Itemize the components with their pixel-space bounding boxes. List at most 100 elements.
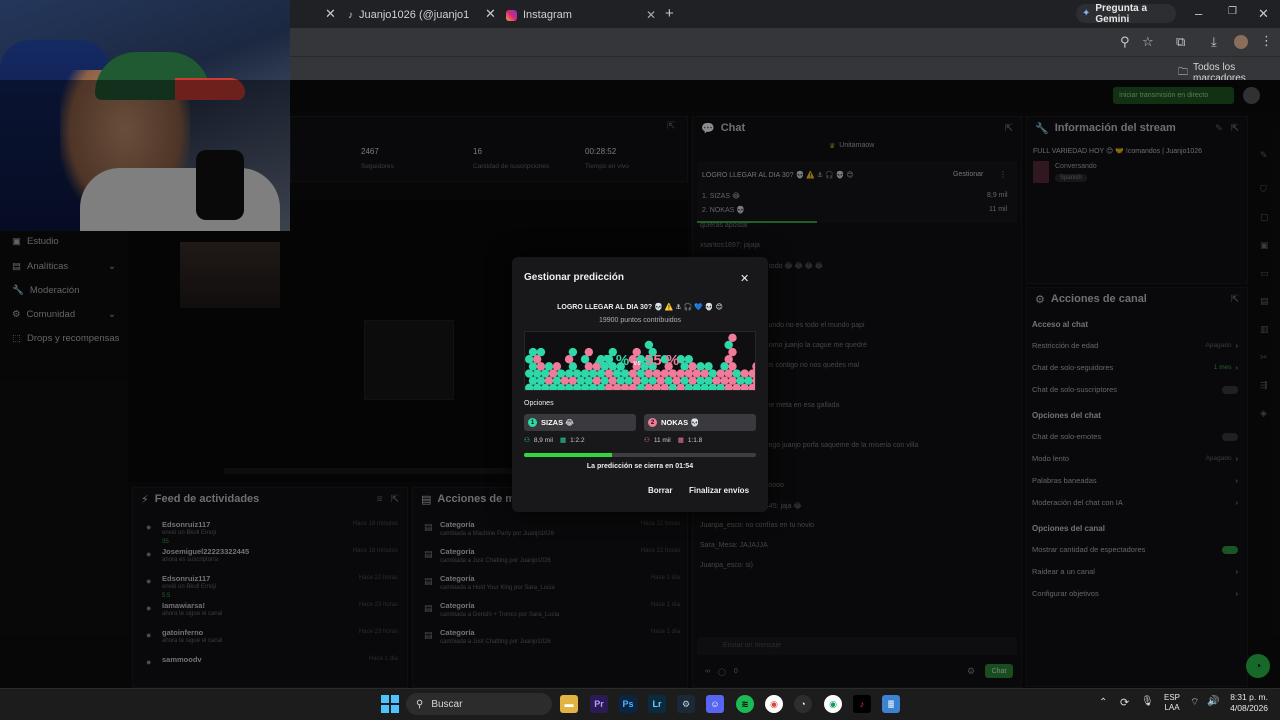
- download-icon[interactable]: ⤓: [1211, 34, 1217, 50]
- points-contributed: 19900 puntos contribuidos: [598, 317, 682, 324]
- bubble-option-b: [748, 383, 755, 390]
- discord-icon[interactable]: ☺: [706, 695, 724, 713]
- search-placeholder: Buscar: [431, 698, 463, 710]
- clock-time: 8:31 p. m.: [1230, 692, 1268, 702]
- bubble-option-a: [696, 362, 705, 371]
- bubble-option-b: [536, 362, 546, 371]
- extensions-icon[interactable]: ⧉: [1176, 34, 1185, 50]
- bubble-option-a: [720, 362, 729, 371]
- delete-button[interactable]: Borrar: [648, 486, 672, 495]
- photoshop-icon[interactable]: Ps: [619, 695, 637, 713]
- option-a-stats: ⚇ 8,9 mil ▦ 1:2.2: [524, 436, 585, 445]
- close-submissions-button[interactable]: Finalizar envíos: [689, 486, 749, 495]
- bubble-option-a: [612, 369, 622, 378]
- bubble-option-a: [732, 369, 741, 378]
- start-button[interactable]: [381, 695, 399, 713]
- bubble-option-a: [525, 369, 534, 378]
- obs-icon[interactable]: ◔: [794, 695, 812, 713]
- bubble-option-b: [724, 355, 733, 364]
- bubble-option-b: [752, 376, 755, 385]
- close-window-icon[interactable]: ✕: [1258, 6, 1269, 22]
- option-label: NOKAS 💀: [661, 418, 700, 427]
- versus-label: vs: [633, 360, 641, 367]
- bubble-option-b: [676, 369, 686, 378]
- restore-icon[interactable]: ❐: [1228, 6, 1237, 17]
- gemini-button[interactable]: ✦ Pregunta a Gemini: [1076, 3, 1176, 25]
- bubble-option-a: [640, 376, 649, 385]
- options-label: Opciones: [524, 400, 554, 407]
- language-top: ESP: [1164, 693, 1181, 702]
- bubble-option-a: [568, 362, 578, 371]
- new-tab-icon[interactable]: +: [665, 5, 674, 22]
- tab-tiktok[interactable]: ♪ Juanjo1026 (@juanjo1026_) | Ti: [348, 4, 478, 26]
- bubble-option-b: [748, 369, 755, 378]
- dialog-title: Gestionar predicción: [524, 272, 625, 283]
- taskbar-search[interactable]: ⚲ Buscar: [406, 693, 552, 715]
- tiktok-icon: ♪: [348, 9, 353, 21]
- bubble-option-b: [628, 369, 638, 378]
- option-nokas-button[interactable]: 2 NOKAS 💀: [644, 414, 756, 431]
- close-icon[interactable]: ✕: [740, 272, 749, 285]
- close-tab-icon[interactable]: ✕: [485, 6, 496, 22]
- option-ratio: 1:1.8: [687, 436, 703, 444]
- bubble-option-a: [620, 369, 630, 378]
- bubble-option-a: [540, 369, 550, 378]
- lightroom-icon[interactable]: Lr: [648, 695, 666, 713]
- option-b-number-icon: 2: [648, 418, 657, 427]
- sync-icon[interactable]: ⟳: [1120, 696, 1129, 709]
- mic-icon[interactable]: 🎙: [1141, 696, 1154, 707]
- option-ratio: 1:2.2: [570, 436, 585, 444]
- menu-icon[interactable]: ⋮: [1260, 33, 1273, 49]
- minimize-icon[interactable]: –: [1195, 6, 1202, 21]
- gemini-icon: ✦: [1082, 8, 1091, 19]
- tray-chevron-icon[interactable]: ⌃: [1099, 697, 1107, 708]
- instagram-icon: [506, 9, 517, 21]
- bubble-option-a: [596, 369, 606, 378]
- profile-avatar[interactable]: [1234, 35, 1248, 49]
- option-sizas-button[interactable]: 1 SIZAS 😂: [524, 414, 636, 431]
- spotify-icon[interactable]: ≋: [736, 695, 754, 713]
- clock[interactable]: 8:31 p. m. 4/08/2026: [1224, 692, 1268, 714]
- language-indicator[interactable]: ESP LAA: [1164, 693, 1180, 713]
- bubble-option-a: [616, 376, 625, 385]
- close-tab-icon[interactable]: ✕: [325, 6, 336, 22]
- close-tab-icon[interactable]: ✕: [646, 8, 656, 22]
- option-label: SIZAS 😂: [541, 418, 574, 427]
- steam-icon[interactable]: ⚙: [677, 695, 695, 713]
- bubble-option-a: [580, 369, 590, 378]
- bubble-option-a: [556, 369, 566, 378]
- bubble-option-b: [552, 362, 562, 371]
- premiere-icon[interactable]: Pr: [590, 695, 608, 713]
- prediction-question: LOGRO LLEGAR AL DIA 30? 💀 ⚠️ ⚓ 🎧 💙 💀 😊: [557, 304, 723, 311]
- bubble-option-a: [744, 376, 753, 385]
- bubble-option-b: [548, 369, 558, 378]
- bubble-option-a: [528, 376, 538, 385]
- bubble-option-a: [680, 362, 689, 371]
- tiktok-taskbar-icon[interactable]: ♪: [853, 695, 871, 713]
- volume-icon[interactable]: 🔊: [1207, 696, 1219, 707]
- file-explorer-icon[interactable]: ▬: [560, 695, 578, 713]
- chrome-icon[interactable]: ◉: [765, 695, 783, 713]
- star-icon[interactable]: ☆: [1142, 34, 1154, 50]
- bubble-option-a: [600, 376, 609, 385]
- notepad-icon[interactable]: ≣: [882, 695, 900, 713]
- bubble-option-b: [632, 376, 641, 385]
- bubble-option-a: [568, 347, 578, 357]
- bubble-option-a: [636, 369, 646, 378]
- bubble-option-b: [568, 376, 578, 385]
- bubble-option-b: [688, 362, 697, 371]
- bubble-option-b: [700, 369, 709, 378]
- option-a-number-icon: 1: [528, 418, 537, 427]
- bubble-option-b: [684, 369, 693, 378]
- bubble-option-a: [736, 376, 745, 385]
- timer-progress-fill: [524, 453, 613, 457]
- prediction-bubble-chart: 45 % vs 55 %: [524, 331, 756, 391]
- bubble-option-a: [544, 362, 554, 371]
- tab-instagram[interactable]: Instagram ✕: [506, 4, 656, 26]
- bubble-option-b: [668, 369, 678, 378]
- chrome-profile-icon[interactable]: ◉: [824, 695, 842, 713]
- zoom-icon[interactable]: ⚲: [1120, 34, 1130, 50]
- bubble-option-a: [696, 376, 705, 385]
- bubble-option-a: [580, 355, 590, 364]
- network-icon[interactable]: ⌔: [1190, 696, 1199, 709]
